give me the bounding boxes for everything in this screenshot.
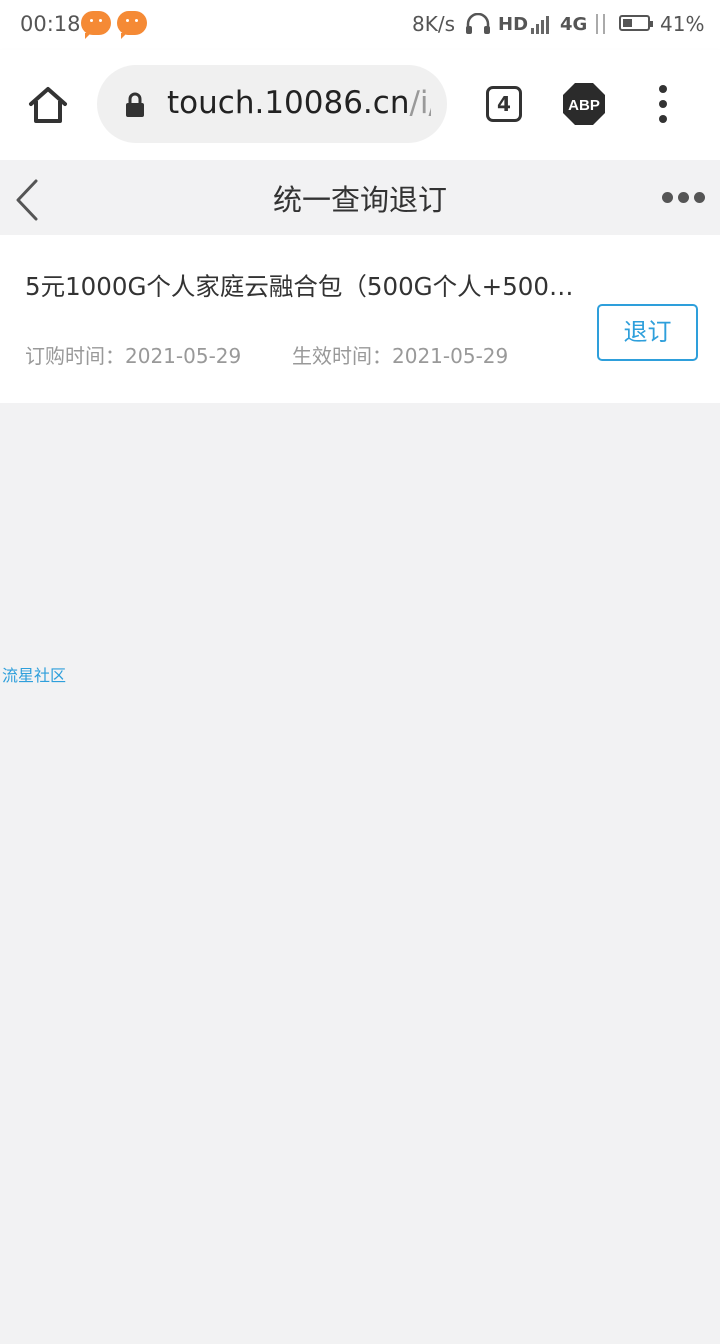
hd-indicator: HD	[498, 14, 529, 35]
package-name: 5元1000G个人家庭云融合包（500G个人+500G家庭）	[25, 272, 590, 301]
browser-toolbar: touch.10086.cn/i/r 4 ABP	[0, 50, 720, 160]
more-horizontal-icon[interactable]	[660, 192, 705, 204]
page-title: 统一查询退订	[272, 183, 447, 217]
signal-icon	[531, 14, 553, 34]
url-host: touch.10086.cn	[167, 85, 410, 121]
effective-time-value: 2021-05-29	[392, 344, 509, 368]
chat-bubble-icon	[117, 11, 147, 39]
adblock-label: ABP	[568, 97, 600, 114]
tab-switcher-button[interactable]: 4	[486, 86, 522, 122]
effective-time: 生效时间：2021-05-29	[292, 340, 508, 369]
more-vertical-icon[interactable]	[654, 85, 674, 123]
battery-icon	[619, 15, 653, 31]
status-time: 00:18	[20, 12, 81, 36]
data-arrows-icon	[592, 12, 610, 36]
address-bar[interactable]: touch.10086.cn/i/r	[97, 65, 447, 143]
network-type: 4G	[560, 14, 588, 35]
order-time-label: 订购时间：	[25, 344, 125, 368]
network-speed: 8K/s	[412, 12, 455, 36]
unsubscribe-button[interactable]: 退订	[597, 304, 698, 361]
subscription-item: 5元1000G个人家庭云融合包（500G个人+500G家庭） 订购时间：2021…	[0, 235, 720, 403]
effective-time-label: 生效时间：	[292, 344, 392, 368]
adblock-icon[interactable]: ABP	[563, 83, 605, 125]
status-bar: 00:18 8K/s HD 4G 41%	[0, 0, 720, 50]
battery-percent: 41%	[660, 12, 705, 36]
order-time-value: 2021-05-29	[125, 344, 242, 368]
lock-icon	[126, 92, 144, 117]
chat-bubble-icon	[81, 11, 111, 39]
watermark-text: 流星社区	[2, 666, 67, 685]
page-header: 统一查询退订	[0, 160, 720, 235]
order-time: 订购时间：2021-05-29	[25, 340, 241, 369]
headphones-icon	[466, 13, 490, 34]
url-path: /i/r	[409, 85, 431, 121]
url-text: touch.10086.cn/i/r	[167, 85, 431, 121]
home-icon[interactable]	[26, 85, 70, 125]
